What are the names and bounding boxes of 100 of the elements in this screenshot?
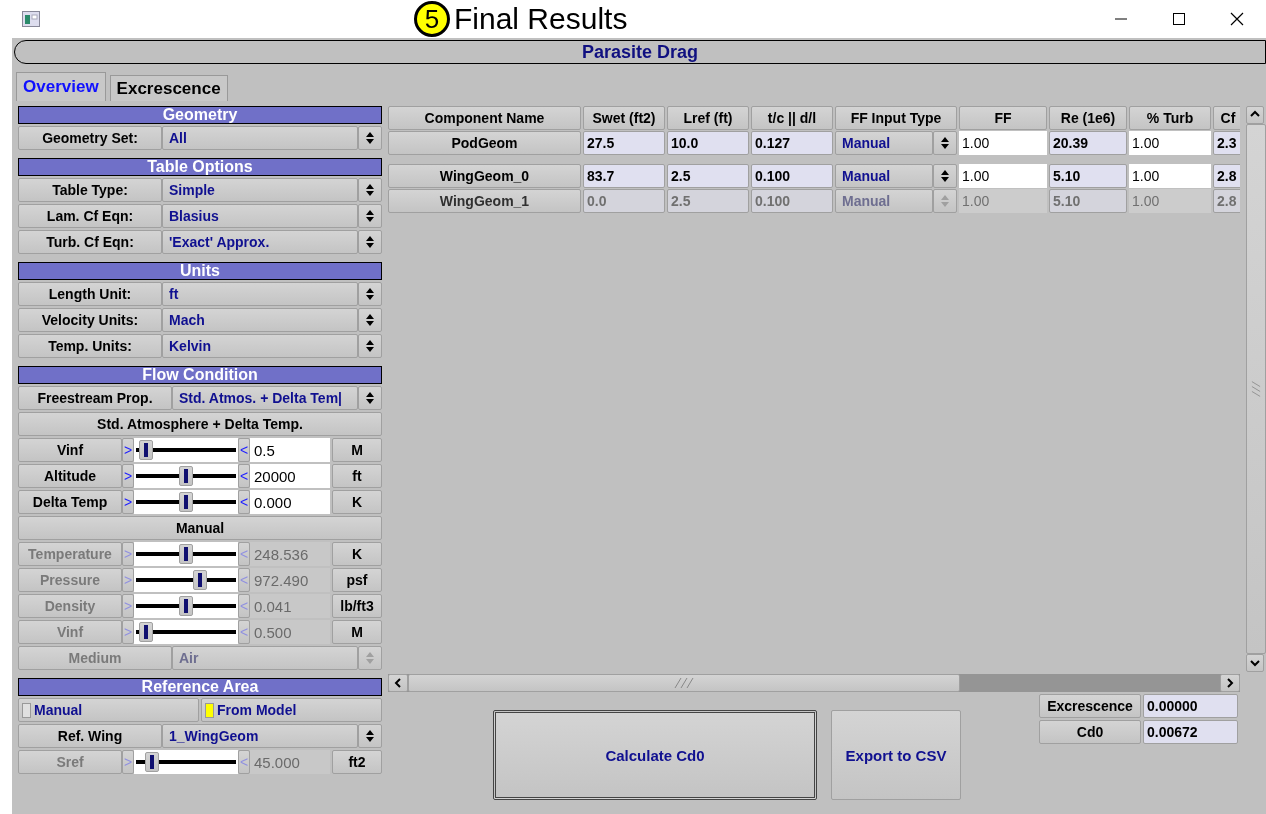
decrement-button[interactable]: > <box>122 438 134 462</box>
column-header[interactable]: Cf <box>1213 106 1240 130</box>
table-cell: 0.100 <box>751 189 833 213</box>
dropdown-field[interactable]: 1_WingGeom <box>162 724 358 748</box>
dropdown-field[interactable]: Simple <box>162 178 358 202</box>
slider-thumb[interactable] <box>179 492 193 512</box>
spinner-button[interactable] <box>358 178 382 202</box>
table-cell: 2.3 <box>1213 131 1240 155</box>
input-field[interactable]: 1.00 <box>1129 131 1211 155</box>
increment-button[interactable]: < <box>238 438 250 462</box>
close-icon <box>1230 12 1244 26</box>
spinner-button[interactable] <box>358 724 382 748</box>
column-header[interactable]: Re (1e6) <box>1049 106 1127 130</box>
spinner-button[interactable] <box>933 164 957 188</box>
row-name: PodGeom <box>388 131 581 155</box>
row-name: WingGeom_0 <box>388 164 581 188</box>
column-header[interactable]: Swet (ft2) <box>583 106 665 130</box>
dropdown-field[interactable]: All <box>162 126 358 150</box>
section-subheading[interactable]: Std. Atmosphere + Delta Temp. <box>18 412 382 436</box>
slider-label: Vinf <box>18 620 122 644</box>
tab[interactable]: Overview <box>16 72 106 101</box>
result-label: Cd0 <box>1039 720 1141 744</box>
step-badge: 5 <box>414 1 450 37</box>
unit-button[interactable]: K <box>332 490 382 514</box>
field-label: Velocity Units: <box>18 308 162 332</box>
section-header: Geometry <box>18 106 382 124</box>
radio-button[interactable]: From Model <box>201 698 382 722</box>
slider-label: Vinf <box>18 438 122 462</box>
table-cell: 2.8 <box>1213 164 1240 188</box>
spinner-button[interactable] <box>933 131 957 155</box>
input-field[interactable]: 1.00 <box>1129 164 1211 188</box>
section-header: Units <box>18 262 382 280</box>
spinner-button[interactable] <box>358 126 382 150</box>
spinner-button[interactable] <box>358 204 382 228</box>
result-label: Excrescence <box>1039 694 1141 718</box>
result-value: 0.00000 <box>1143 694 1238 718</box>
radio-button[interactable]: Manual <box>18 698 199 722</box>
table-cell: 2.5 <box>667 164 749 188</box>
column-header[interactable]: FF Input Type <box>835 106 957 130</box>
input-field[interactable]: 1.00 <box>959 131 1047 155</box>
spinner-arrows-icon <box>940 169 950 183</box>
horizontal-scrollbar[interactable] <box>388 674 1240 692</box>
spinner-arrows-icon <box>365 209 375 223</box>
vertical-scrollbar[interactable] <box>1246 106 1266 672</box>
field-label: Table Type: <box>18 178 162 202</box>
grip-icon <box>673 677 695 689</box>
slider-label: Temperature <box>18 542 122 566</box>
table-cell: 5.10 <box>1049 164 1127 188</box>
table-cell: 10.0 <box>667 131 749 155</box>
action-button[interactable]: Export to CSV <box>831 710 961 800</box>
field-label: Geometry Set: <box>18 126 162 150</box>
increment-button[interactable]: < <box>238 490 250 514</box>
unit-button[interactable]: M <box>332 438 382 462</box>
decrement-button[interactable]: > <box>122 464 134 488</box>
dropdown-field[interactable]: Blasius <box>162 204 358 228</box>
maximize-icon <box>1173 13 1185 25</box>
dropdown-field[interactable]: ft <box>162 282 358 306</box>
table-cell: 0.0 <box>583 189 665 213</box>
column-header[interactable]: t/c || d/l <box>751 106 833 130</box>
input-field[interactable]: 1.00 <box>959 164 1047 188</box>
decrement-button[interactable]: > <box>122 490 134 514</box>
spinner-arrows-icon <box>365 287 375 301</box>
grip-icon <box>1250 380 1262 398</box>
dropdown-field[interactable]: Manual <box>835 164 933 188</box>
spinner-button[interactable] <box>358 308 382 332</box>
action-button[interactable]: Calculate Cd0 <box>493 710 817 800</box>
column-header[interactable]: % Turb <box>1129 106 1211 130</box>
table-cell: 0.100 <box>751 164 833 188</box>
field-label: Freestream Prop. <box>18 386 172 410</box>
spinner-arrows-icon <box>365 339 375 353</box>
value-field[interactable]: 20000 <box>250 464 330 488</box>
dropdown-field[interactable]: Manual <box>835 131 933 155</box>
app-icon <box>22 11 40 27</box>
dropdown-field[interactable]: Mach <box>162 308 358 332</box>
table-cell: 2.8 <box>1213 189 1240 213</box>
spinner-button[interactable] <box>358 334 382 358</box>
section-subheading[interactable]: Manual <box>18 516 382 540</box>
unit-button[interactable]: ft <box>332 464 382 488</box>
column-header[interactable]: FF <box>959 106 1047 130</box>
spinner-arrows-icon <box>365 391 375 405</box>
table-cell: 83.7 <box>583 164 665 188</box>
dropdown-field[interactable]: Kelvin <box>162 334 358 358</box>
increment-button[interactable]: < <box>238 464 250 488</box>
spinner-arrows-icon <box>940 194 950 208</box>
spinner-arrows-icon <box>365 235 375 249</box>
column-header[interactable]: Lref (ft) <box>667 106 749 130</box>
spinner-button[interactable] <box>358 282 382 306</box>
value-field[interactable]: 0.000 <box>250 490 330 514</box>
result-value: 0.00672 <box>1143 720 1238 744</box>
value-field[interactable]: 0.5 <box>250 438 330 462</box>
slider-thumb[interactable] <box>179 466 193 486</box>
chevron-left-icon <box>392 677 404 689</box>
spinner-button[interactable] <box>358 230 382 254</box>
spinner-button[interactable] <box>358 386 382 410</box>
column-header[interactable]: Component Name <box>388 106 581 130</box>
tab[interactable]: Excrescence <box>109 75 228 101</box>
dropdown-field[interactable]: Std. Atmos. + Delta Tem| <box>172 386 358 410</box>
dropdown-field[interactable]: 'Exact' Approx. <box>162 230 358 254</box>
field-label: Medium <box>18 646 172 670</box>
slider-thumb[interactable] <box>138 440 153 460</box>
